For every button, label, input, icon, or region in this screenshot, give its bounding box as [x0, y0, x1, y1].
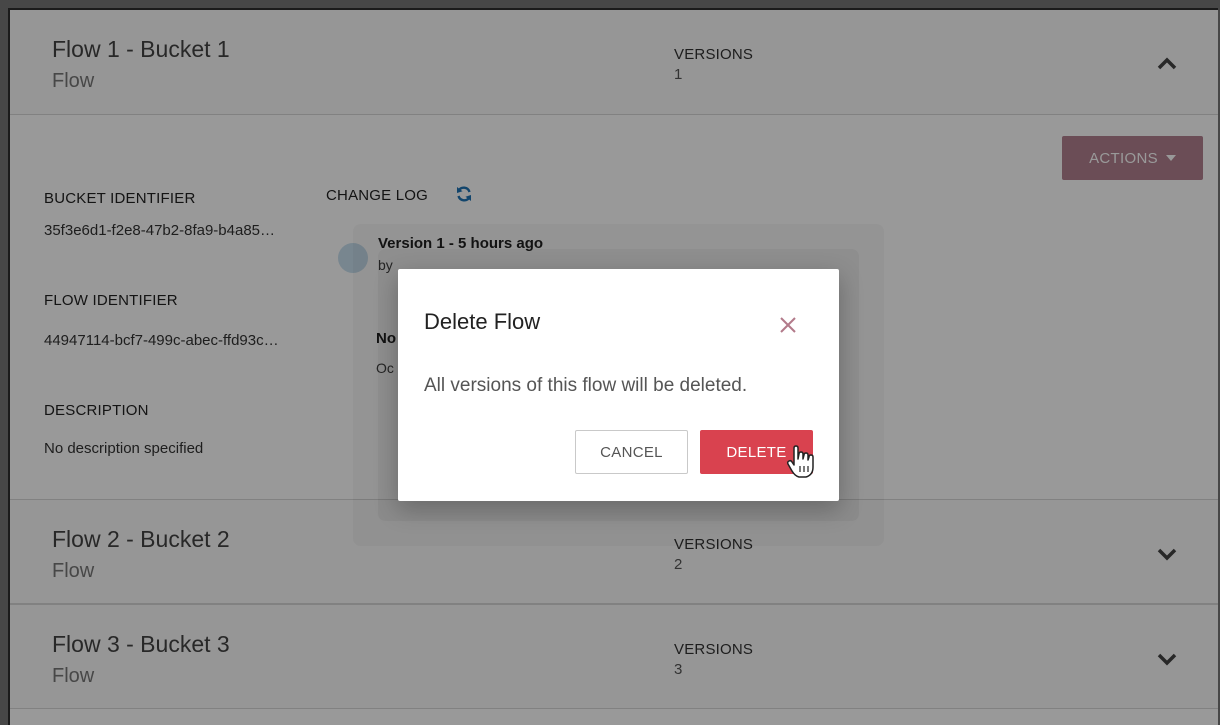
close-icon[interactable] [778, 315, 798, 335]
delete-flow-dialog: Delete Flow All versions of this flow wi… [398, 269, 839, 501]
dialog-title: Delete Flow [424, 309, 541, 334]
dialog-message: All versions of this flow will be delete… [424, 375, 748, 396]
cancel-button[interactable]: CANCEL [575, 430, 688, 474]
hand-pointer-icon [786, 445, 814, 478]
